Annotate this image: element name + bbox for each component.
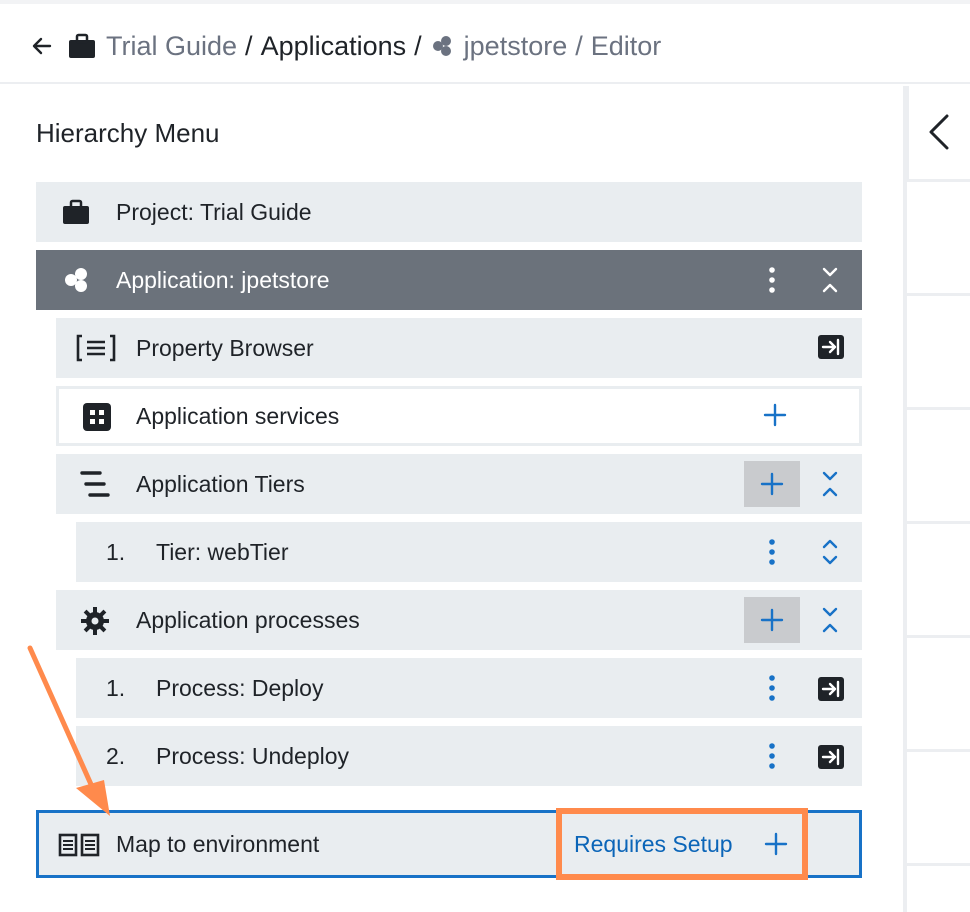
project-label: Project: Trial Guide [116,199,312,225]
panel-title: Hierarchy Menu [36,118,220,148]
briefcase-icon [68,33,96,59]
process-label: Process: Undeploy [156,743,350,769]
collapse-icon[interactable] [818,264,842,296]
application-tiers-label: Application Tiers [136,471,305,497]
tier-label: Tier: webTier [156,539,289,565]
application-row[interactable]: Application: jpetstore [36,250,862,310]
add-icon [760,608,784,632]
project-row[interactable]: Project: Trial Guide [36,182,862,242]
requires-setup-label: Requires Setup [574,831,733,857]
collapse-icon[interactable] [818,604,842,636]
process-row[interactable]: 2. Process: Undeploy [76,726,862,786]
requires-setup-button[interactable]: Requires Setup [556,808,808,880]
property-browser-label: Property Browser [136,335,314,361]
more-options-icon[interactable] [760,536,784,568]
breadcrumb-applications[interactable]: Applications [261,31,407,62]
property-browser-row[interactable]: Property Browser [56,318,862,378]
application-services-label: Application services [136,403,340,429]
application-services-row[interactable]: Application services [56,386,862,446]
application-hexagons-icon [62,266,90,294]
add-icon [760,472,784,496]
application-hexagons-icon [430,34,454,58]
gear-icon [80,606,110,636]
open-panel-icon[interactable] [818,745,844,769]
services-grid-icon [82,402,112,432]
add-icon [764,832,788,862]
callout-arrow [27,645,110,816]
property-list-icon [76,334,116,362]
more-options-icon[interactable] [760,264,784,296]
application-tiers-row[interactable]: Application Tiers [56,454,862,514]
breadcrumb-separator: / [245,30,253,61]
breadcrumb-separator: / [414,30,422,61]
canvas-grid [904,182,970,912]
expand-icon[interactable] [818,536,842,568]
breadcrumb-app[interactable]: jpetstore [464,31,568,62]
back-arrow-icon[interactable] [30,34,54,58]
map-to-environment-label: Map to environment [116,831,320,857]
tiers-stack-icon [80,470,110,498]
add-icon[interactable] [763,403,787,427]
more-options-icon[interactable] [760,672,784,704]
chevron-left-icon [929,114,949,150]
process-label: Process: Deploy [156,675,324,701]
breadcrumb: Trial Guide / Applications / jpetstore /… [30,26,661,66]
open-panel-icon[interactable] [818,677,844,701]
briefcase-icon [62,199,90,225]
breadcrumb-project[interactable]: Trial Guide [106,31,237,62]
add-process-button[interactable] [744,597,800,643]
breadcrumb-page: Editor [590,30,662,61]
tier-row[interactable]: 1. Tier: webTier [76,522,862,582]
collapse-icon[interactable] [818,468,842,500]
open-panel-icon[interactable] [818,335,844,361]
more-options-icon[interactable] [760,740,784,772]
breadcrumb-separator: / [575,30,583,61]
top-bar: Trial Guide / Applications / jpetstore /… [0,0,970,84]
process-row[interactable]: 1. Process: Deploy [76,658,862,718]
application-processes-row[interactable]: Application processes [56,590,862,650]
collapse-panel-button[interactable] [906,86,970,182]
application-label: Application: jpetstore [116,267,330,293]
tier-number: 1. [106,539,126,565]
application-processes-label: Application processes [136,607,360,633]
add-tier-button[interactable] [744,461,800,507]
